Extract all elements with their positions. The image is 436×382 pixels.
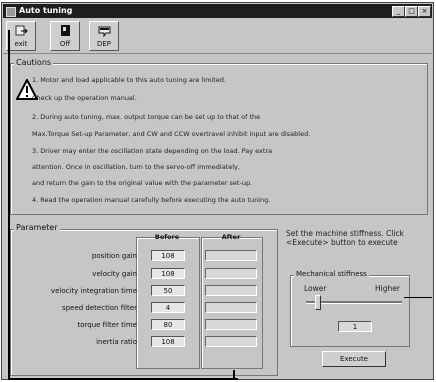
- caution-line-6: attention. Once in oscillation, turn to …: [32, 163, 240, 171]
- off-button[interactable]: Off: [50, 21, 80, 51]
- dep-button[interactable]: DEP: [89, 21, 119, 51]
- before-value: 80: [151, 319, 185, 330]
- caution-line-8: 4. Read the operation manual carefully b…: [32, 196, 271, 204]
- param-label: velocity gain: [92, 270, 137, 278]
- annotation-line-bottom: [8, 378, 238, 380]
- exit-label: exit: [14, 40, 28, 48]
- stiffness-value: 1: [338, 321, 372, 332]
- caution-line-1: 1. Motor and load applicable to this aut…: [32, 76, 226, 84]
- param-label: velocity integration time: [50, 287, 137, 295]
- higher-label: Higher: [375, 284, 400, 293]
- auto-tuning-window: Auto tuning _ □ × exit Off DEP Cautions …: [1, 2, 434, 380]
- parameter-title: Parameter: [14, 223, 60, 232]
- title-bar[interactable]: Auto tuning _ □ ×: [3, 4, 432, 18]
- after-value: [205, 250, 257, 261]
- window-title: Auto tuning: [19, 6, 73, 15]
- before-header: Before: [154, 233, 180, 241]
- after-value: [205, 336, 257, 347]
- caution-line-5: 3. Driver may enter the oscillation stat…: [32, 147, 273, 155]
- execute-button[interactable]: Execute: [322, 351, 386, 367]
- stiffness-instruction: Set the machine stiffness. Click <Execut…: [286, 229, 404, 247]
- before-value: 108: [151, 336, 185, 347]
- after-header: After: [221, 233, 241, 241]
- annotation-line-right: [404, 297, 432, 298]
- annotation-tick: [233, 370, 235, 380]
- stiffness-slider-thumb[interactable]: [315, 295, 321, 310]
- caution-line-3: 2. During auto tuning, max. output torqu…: [32, 113, 261, 121]
- off-label: Off: [59, 40, 71, 48]
- caution-line-7: and return the gain to the original valu…: [32, 179, 253, 187]
- param-label: speed detection filter: [62, 304, 137, 312]
- dep-label: DEP: [96, 40, 112, 48]
- exit-icon: [15, 25, 28, 36]
- maximize-button[interactable]: □: [405, 6, 418, 17]
- stiffness-title: Mechanical stiffness: [294, 270, 369, 278]
- before-value: 50: [151, 285, 185, 296]
- exit-button[interactable]: exit: [6, 21, 36, 51]
- after-value: [205, 268, 257, 279]
- param-label: position gain: [91, 252, 137, 260]
- param-label: inertia ratio: [96, 338, 137, 346]
- lower-label: Lower: [304, 284, 327, 293]
- app-icon: [6, 7, 16, 17]
- after-value: [205, 319, 257, 330]
- dep-icon: [98, 26, 111, 37]
- before-value: 108: [151, 268, 185, 279]
- minimize-button[interactable]: _: [392, 6, 405, 17]
- after-value: [205, 302, 257, 313]
- before-value: 4: [151, 302, 185, 313]
- close-button[interactable]: ×: [418, 6, 431, 17]
- cautions-title: Cautions: [14, 58, 54, 67]
- param-label: torque filter time: [77, 321, 137, 329]
- annotation-line-left: [8, 30, 10, 380]
- toolbar: exit Off DEP: [3, 19, 432, 54]
- off-icon: [61, 25, 70, 36]
- before-value: 108: [151, 250, 185, 261]
- cautions-group: [10, 63, 428, 215]
- caution-line-4: Max.Torque Set-up Parameter, and CW and …: [32, 130, 311, 138]
- caution-line-2: Check up the operation manual.: [32, 94, 137, 102]
- after-value: [205, 285, 257, 296]
